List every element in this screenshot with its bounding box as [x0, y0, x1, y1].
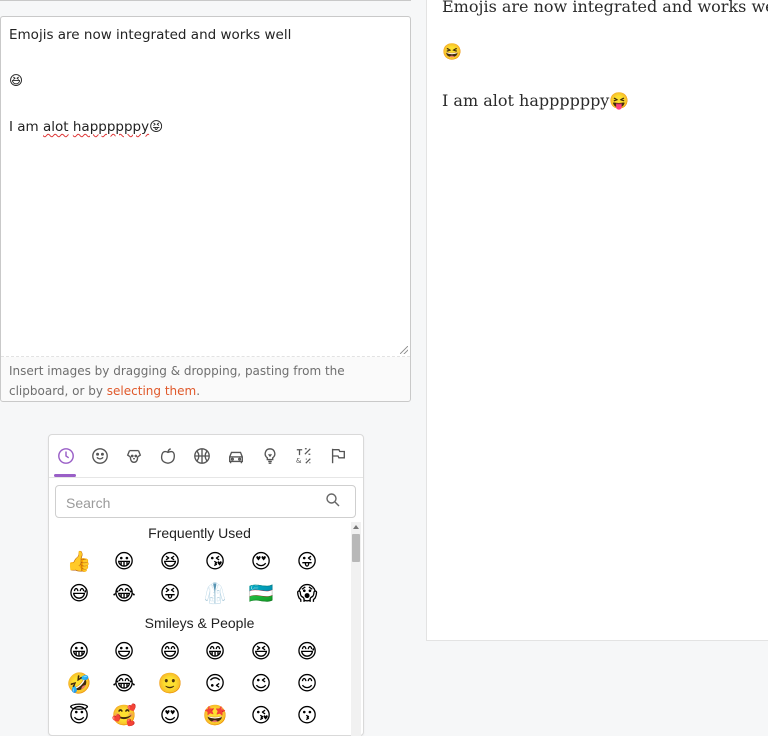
- emoji-picker: & Frequently Used 👍 😀 😆 😘 😍 😜 😅 😂 😝 🥼 🇺�: [48, 434, 364, 736]
- markdown-editor: Emojis are now integrated and works well…: [0, 16, 411, 402]
- section-title-smileys-people: Smileys & People: [144, 615, 255, 631]
- flags-icon[interactable]: [327, 445, 349, 467]
- editor-line-1: Emojis are now integrated and works well: [9, 27, 292, 43]
- objects-icon[interactable]: [259, 445, 281, 467]
- emoji-scream[interactable]: 😱: [291, 577, 323, 609]
- emoji-search-box: [55, 485, 356, 518]
- emoji-grin[interactable]: 😁: [199, 635, 231, 667]
- emoji-smiling-hearts[interactable]: 🥰: [108, 699, 140, 731]
- emoji-sweat-smile[interactable]: 😅: [291, 635, 323, 667]
- emoji-blush[interactable]: 😊: [291, 667, 323, 699]
- emoji-smile[interactable]: 😄: [154, 635, 186, 667]
- editor-line-3-prefix: I am: [9, 119, 43, 135]
- emoji-heart-eyes[interactable]: 😍: [245, 545, 277, 577]
- travel-icon[interactable]: [225, 445, 247, 467]
- emoji-sweat-smile[interactable]: 😅: [63, 577, 95, 609]
- emoji-list-scrollbar[interactable]: [351, 522, 361, 736]
- emoji-rofl[interactable]: 🤣: [63, 667, 95, 699]
- upload-hint: Insert images by dragging & dropping, pa…: [9, 361, 389, 401]
- emoji-winking-tongue[interactable]: 😜: [291, 545, 323, 577]
- markdown-preview: Emojis are now integrated and works well…: [426, 0, 768, 641]
- emoji-joy[interactable]: 😂: [108, 667, 140, 699]
- emoji-wink[interactable]: 😉: [245, 667, 277, 699]
- emoji-thumbs-up[interactable]: 👍: [63, 545, 95, 577]
- emoji-flag-uzbekistan[interactable]: 🇺🇿: [245, 577, 277, 609]
- upload-hint-end: .: [196, 384, 201, 398]
- smileys-icon[interactable]: [89, 445, 111, 467]
- animals-icon[interactable]: [123, 445, 145, 467]
- food-icon[interactable]: [157, 445, 179, 467]
- emoji-grinning[interactable]: 😀: [108, 545, 140, 577]
- emoji-kissing-heart[interactable]: 😘: [199, 545, 231, 577]
- misspelled-word: alot: [43, 119, 69, 135]
- preview-line-3: I am alot happppppy😝: [442, 91, 630, 110]
- search-icon: [325, 492, 341, 508]
- emoji-kissing-heart[interactable]: 😘: [245, 699, 277, 731]
- emoji-laughing[interactable]: 😆: [154, 545, 186, 577]
- editor-top-border: [0, 0, 411, 1]
- emoji-star-struck[interactable]: 🤩: [199, 699, 231, 731]
- preview-line-2: 😆: [442, 42, 462, 61]
- resize-handle[interactable]: [400, 346, 408, 354]
- misspelled-word: happppppy: [72, 119, 150, 135]
- emoji-grinning[interactable]: 😀: [63, 635, 95, 667]
- emoji-lab-coat[interactable]: 🥼: [199, 577, 231, 609]
- emoji-category-bar: &: [49, 435, 363, 478]
- emoji-kissing[interactable]: 😗: [291, 699, 323, 731]
- select-files-link[interactable]: selecting them: [107, 384, 196, 398]
- emoji-slight-smile[interactable]: 🙂: [154, 667, 186, 699]
- emoji-upside-down[interactable]: 🙃: [199, 667, 231, 699]
- svg-text:&: &: [296, 456, 302, 465]
- preview-line-1: Emojis are now integrated and works well: [442, 0, 768, 16]
- active-category-indicator: [54, 474, 76, 477]
- emoji-search-input[interactable]: [64, 492, 318, 514]
- editor-textarea[interactable]: Emojis are now integrated and works well…: [1, 17, 410, 357]
- scroll-up-arrow-icon[interactable]: [353, 525, 359, 529]
- activity-icon[interactable]: [191, 445, 213, 467]
- recent-icon[interactable]: [55, 445, 77, 467]
- scroll-thumb[interactable]: [352, 534, 360, 562]
- symbols-icon[interactable]: &: [293, 445, 315, 467]
- emoji-laughing[interactable]: 😆: [245, 635, 277, 667]
- emoji-joy[interactable]: 😂: [108, 577, 140, 609]
- editor-line-2: 😆: [9, 73, 24, 89]
- emoji-squinting-tongue[interactable]: 😝: [154, 577, 186, 609]
- emoji-smiley[interactable]: 😃: [108, 635, 140, 667]
- editor-line-3-emoji: 😝: [149, 119, 164, 135]
- section-title-frequently-used: Frequently Used: [148, 525, 251, 541]
- emoji-list: Frequently Used 👍 😀 😆 😘 😍 😜 😅 😂 😝 🥼 🇺🇿 😱…: [49, 521, 350, 735]
- emoji-heart-eyes[interactable]: 😍: [154, 699, 186, 731]
- editor-line-3: I am alot happppppy😝: [9, 119, 163, 135]
- emoji-innocent[interactable]: 😇: [63, 699, 95, 731]
